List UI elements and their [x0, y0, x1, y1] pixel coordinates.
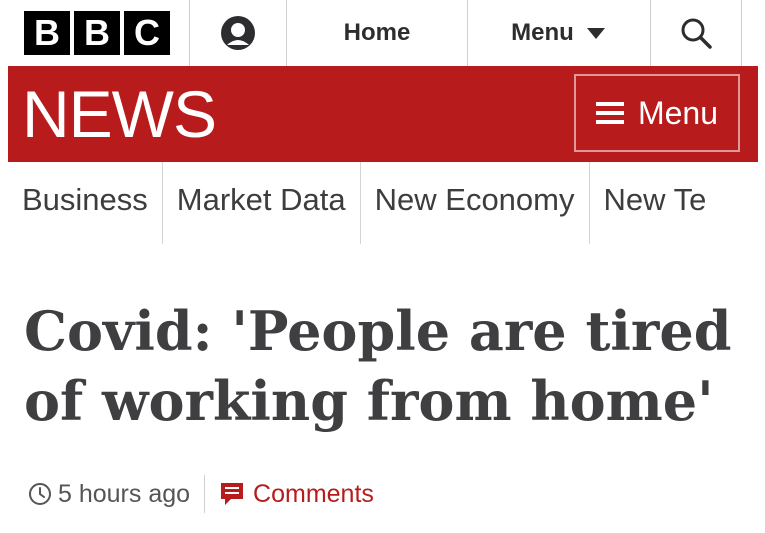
- bbc-logo-letter: B: [74, 11, 120, 55]
- article-headline: Covid: 'People are tired of working from…: [24, 296, 764, 436]
- section-nav-label: New Economy: [374, 182, 575, 217]
- section-nav: Business Market Data New Economy New Te: [0, 162, 765, 244]
- news-menu-label: Menu: [637, 94, 719, 131]
- clock-icon: [28, 482, 52, 506]
- top-menu-label: Menu: [511, 19, 574, 46]
- home-label: Home: [343, 19, 411, 46]
- news-banner: NEWS Menu: [8, 66, 758, 162]
- section-nav-item-new-economy[interactable]: New Economy: [359, 162, 589, 244]
- top-menu-button[interactable]: Menu: [468, 0, 649, 66]
- bbc-logo-letter: C: [124, 11, 170, 55]
- top-bar: B B C Home Menu: [0, 0, 765, 66]
- news-menu-button[interactable]: Menu: [574, 74, 740, 152]
- headline-line-1: Covid: 'People are tired: [24, 299, 732, 363]
- divider: [741, 0, 742, 66]
- account-icon: [221, 16, 255, 50]
- section-nav-label: Business: [22, 182, 148, 217]
- divider: [204, 475, 206, 513]
- search-button[interactable]: [651, 0, 741, 66]
- news-wordmark[interactable]: NEWS: [22, 79, 217, 149]
- bbc-logo-letter: B: [24, 11, 70, 55]
- bbc-logo[interactable]: B B C: [24, 11, 170, 55]
- comments-link[interactable]: Comments: [219, 480, 374, 509]
- section-nav-label: Market Data: [176, 182, 346, 217]
- caret-down-icon: [586, 28, 605, 39]
- account-button[interactable]: [190, 0, 286, 66]
- section-nav-item-market-data[interactable]: Market Data: [161, 162, 360, 244]
- section-nav-label: New Te: [603, 182, 707, 217]
- comments-label: Comments: [253, 479, 374, 508]
- hamburger-icon: [595, 102, 624, 124]
- search-icon: [681, 18, 712, 49]
- article-timestamp: 5 hours ago: [58, 479, 191, 508]
- home-link[interactable]: Home: [287, 0, 467, 66]
- comment-icon: [221, 483, 244, 505]
- headline-line-2: of working from home': [24, 369, 714, 433]
- section-nav-item-business[interactable]: Business: [8, 162, 162, 244]
- section-nav-item-new-tech[interactable]: New Te: [588, 162, 707, 244]
- article-meta: 5 hours ago Comments: [28, 474, 374, 514]
